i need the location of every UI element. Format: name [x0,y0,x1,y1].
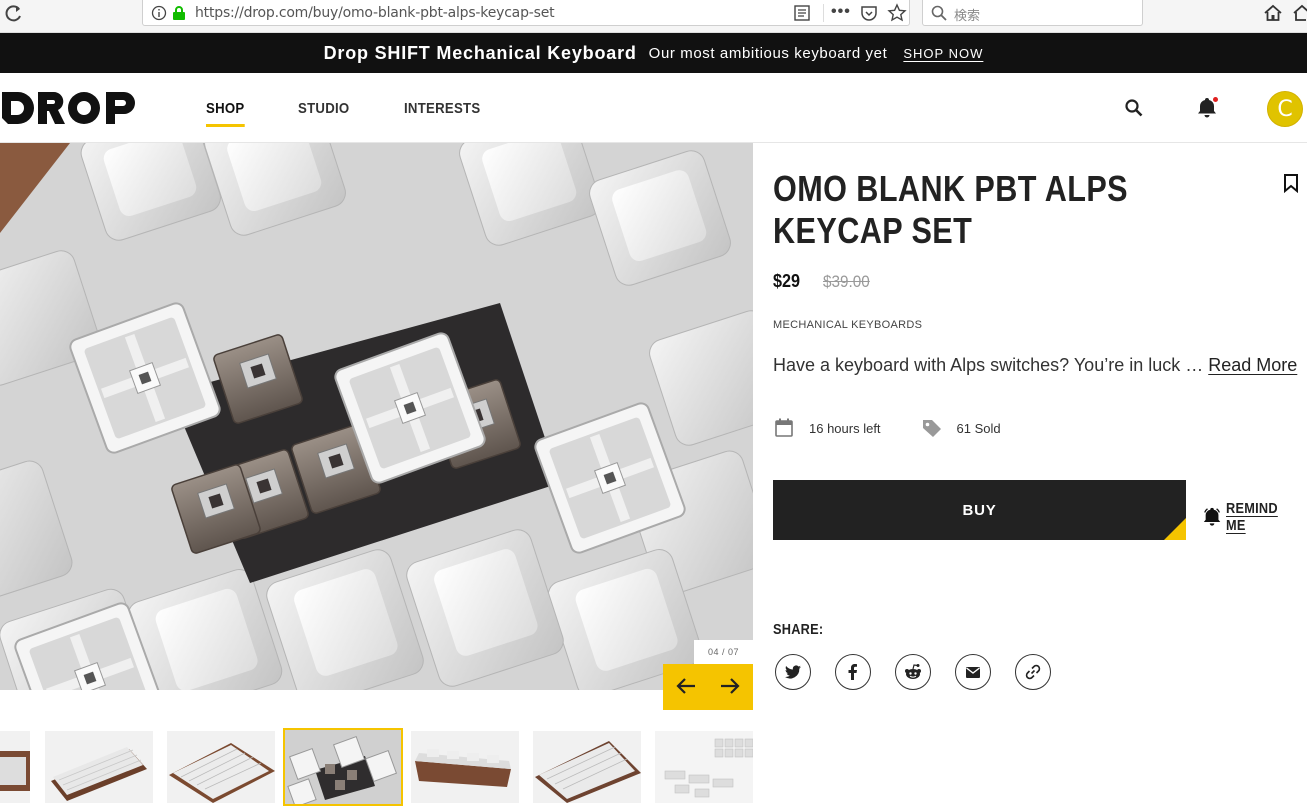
announcement-title: Drop SHIFT Mechanical Keyboard [323,42,637,63]
share-reddit-button[interactable] [895,654,931,690]
tag-icon [922,420,941,437]
reader-view-icon[interactable] [793,4,811,22]
product-description: Have a keyboard with Alps switches? You’… [773,355,1297,376]
twitter-icon [785,665,801,679]
thumbnail-strip [0,728,753,806]
email-icon [966,667,980,678]
browser-search-field[interactable]: 検索 [922,0,1143,26]
info-icon[interactable] [151,5,167,21]
reddit-icon [905,664,921,679]
browser-toolbar: https://drop.com/buy/omo-blank-pbt-alps-… [0,0,1307,33]
buy-label: BUY [962,501,997,519]
nav-shop[interactable]: SHOP [206,100,245,127]
alarm-bell-icon [1203,507,1221,526]
bookmark-icon[interactable] [1282,173,1300,193]
product-title: OMO BLANK PBT ALPS KEYCAP SET [773,168,1129,251]
description-text: Have a keyboard with Alps switches? You’… [773,355,1204,375]
share-email-button[interactable] [955,654,991,690]
calendar-icon [775,418,793,437]
arrow-left-icon[interactable] [675,675,697,697]
product-price: $29 [773,271,801,291]
site-header: SHOP STUDIO INTERESTS C [0,73,1307,143]
overflow-icon[interactable] [1292,3,1307,23]
home-icon[interactable] [1263,3,1283,23]
url-text[interactable]: https://drop.com/buy/omo-blank-pbt-alps-… [195,5,555,21]
thumbnail[interactable] [45,731,153,803]
keycaps-photo [0,143,753,690]
buy-button[interactable]: BUY [773,480,1186,540]
share-link-button[interactable] [1015,654,1051,690]
thumbnail[interactable] [167,731,275,803]
thumbnail[interactable] [0,731,30,803]
remind-me-label: REMIND ME [1226,500,1278,534]
search-icon[interactable] [1124,98,1144,118]
shop-now-link[interactable]: SHOP NOW [903,46,983,61]
nav-interests[interactable]: INTERESTS [404,100,480,117]
url-bar[interactable]: https://drop.com/buy/omo-blank-pbt-alps-… [142,0,910,26]
pocket-icon[interactable] [860,4,878,22]
product-meta: 16 hours left 61 Sold [773,416,1001,440]
page-actions-menu[interactable]: ••• [831,3,851,21]
thumbnail[interactable] [533,731,641,803]
toolbar-divider [823,4,824,22]
sold-count: 61 Sold [956,420,1001,436]
link-icon [1025,664,1041,680]
user-avatar[interactable]: C [1267,91,1303,127]
drop-logo[interactable] [2,92,138,124]
lock-icon [173,6,185,20]
arrow-right-icon[interactable] [719,675,741,697]
remind-me-button[interactable]: REMIND ME [1202,500,1307,534]
announcement-subtitle: Our most ambitious keyboard yet [648,44,888,62]
nav-studio[interactable]: STUDIO [298,100,349,117]
thumbnail-selected[interactable] [283,728,403,806]
facebook-icon [848,664,857,680]
share-twitter-button[interactable] [775,654,811,690]
product-category[interactable]: MECHANICAL KEYBOARDS [773,319,922,331]
reload-icon[interactable] [4,4,24,24]
time-left: 16 hours left [809,420,881,436]
product-msrp: $39.00 [823,272,870,291]
search-icon [931,5,947,21]
buy-corner-accent [1164,518,1186,540]
search-placeholder: 検索 [954,9,981,24]
bookmark-star-icon[interactable] [887,3,907,23]
read-more-link[interactable]: Read More [1208,355,1297,375]
thumbnail[interactable] [655,731,753,803]
thumbnail[interactable] [411,731,519,803]
share-label: SHARE: [773,621,824,638]
image-counter: 04 / 07 [694,640,753,664]
notification-bell-icon[interactable] [1196,97,1218,119]
main-nav: SHOP STUDIO INTERESTS [206,100,539,127]
gallery-arrows [663,664,753,710]
product-image[interactable] [0,143,753,690]
share-facebook-button[interactable] [835,654,871,690]
announcement-bar: Drop SHIFT Mechanical Keyboard Our most … [0,33,1307,73]
